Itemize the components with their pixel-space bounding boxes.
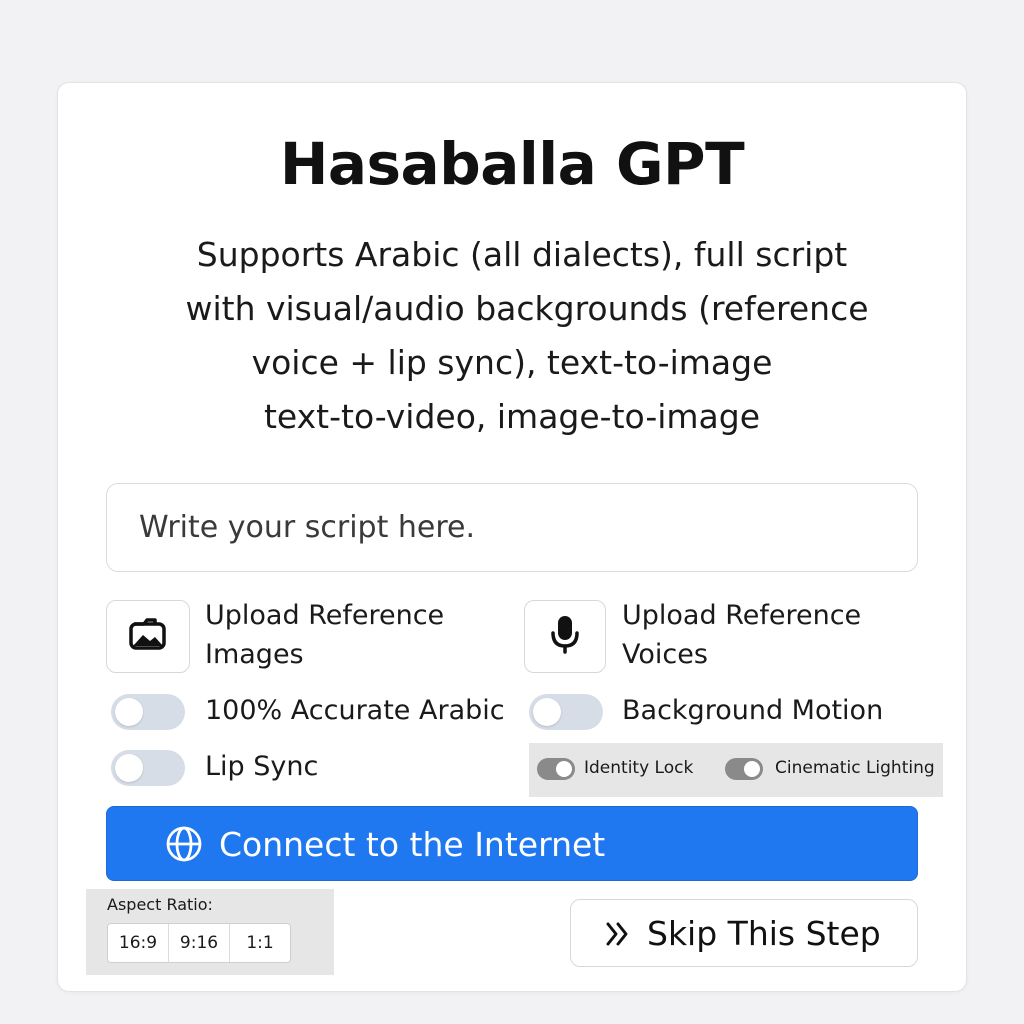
accurate-arabic-toggle[interactable] [111, 694, 185, 730]
upload-images-label-line2: Images [205, 639, 304, 670]
accurate-arabic-label: 100% Accurate Arabic [205, 695, 505, 726]
toggle-knob [115, 754, 143, 782]
lip-sync-label: Lip Sync [205, 751, 319, 782]
identity-lock-label: Identity Lock [584, 758, 694, 778]
background-motion-label: Background Motion [622, 695, 884, 726]
description-line-1: Supports Arabic (all dialects), full scr… [196, 235, 848, 274]
script-input[interactable] [106, 483, 918, 572]
aspect-option-16-9[interactable]: 16:9 [108, 924, 169, 962]
toggle-knob [744, 761, 760, 777]
connect-internet-button[interactable]: Connect to the Internet [106, 806, 918, 881]
identity-lock-toggle[interactable] [537, 758, 575, 780]
lip-sync-toggle[interactable] [111, 750, 185, 786]
description-line-4: text-to-video, image-to-image [263, 397, 761, 436]
cinematic-lighting-label: Cinematic Lighting [775, 758, 935, 778]
page-title: Hasaballa GPT [279, 130, 745, 198]
skip-step-label: Skip This Step [647, 914, 881, 953]
connect-internet-label: Connect to the Internet [219, 825, 606, 864]
description-line-3: voice + lip sync), text-to-image [251, 343, 773, 382]
upload-images-button[interactable] [106, 600, 190, 673]
double-chevron-right-icon [605, 920, 631, 953]
globe-icon [165, 825, 203, 863]
background-motion-toggle[interactable] [529, 694, 603, 730]
skip-step-button[interactable]: Skip This Step [570, 899, 918, 967]
upload-voices-button[interactable] [524, 600, 606, 673]
cinematic-lighting-toggle[interactable] [725, 758, 763, 780]
aspect-option-9-16[interactable]: 9:16 [169, 924, 230, 962]
upload-voices-label-line1: Upload Reference [622, 600, 862, 631]
image-upload-icon [128, 616, 168, 657]
toggle-knob [115, 698, 143, 726]
toggle-knob [556, 761, 572, 777]
upload-voices-label-line2: Voices [622, 639, 708, 670]
microphone-icon [548, 614, 582, 659]
description-line-2: with visual/audio backgrounds (reference [185, 289, 869, 328]
advanced-toggles-panel: Identity Lock Cinematic Lighting [529, 743, 943, 797]
aspect-ratio-panel: Aspect Ratio: 16:9 9:16 1:1 [86, 889, 334, 975]
aspect-option-1-1[interactable]: 1:1 [230, 924, 290, 962]
upload-images-label-line1: Upload Reference [205, 600, 445, 631]
aspect-ratio-label: Aspect Ratio: [107, 895, 213, 914]
aspect-ratio-selector: 16:9 9:16 1:1 [107, 923, 291, 963]
toggle-knob [533, 698, 561, 726]
